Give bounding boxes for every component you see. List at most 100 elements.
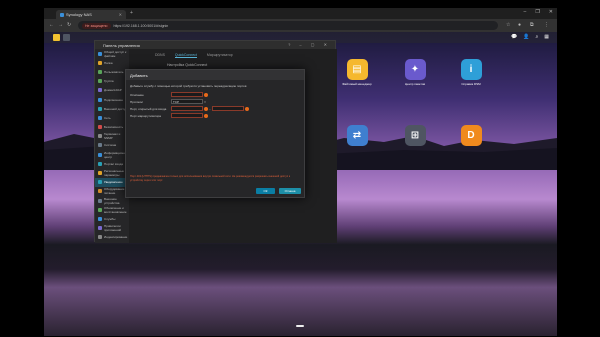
sidebar-item[interactable]: Обновление и восстановление bbox=[95, 205, 129, 214]
app-grid-icon: ⊞ bbox=[404, 125, 426, 146]
extensions-icon[interactable]: ⧉ bbox=[530, 22, 534, 28]
sidebar-item[interactable]: Терминал и SNMP bbox=[95, 132, 129, 141]
sidebar-item-label: Сеть bbox=[104, 115, 111, 120]
notifications-icon[interactable]: 💬 bbox=[511, 34, 517, 40]
new-tab-button[interactable]: + bbox=[130, 10, 133, 16]
sidebar-item-icon bbox=[98, 226, 102, 231]
desktop-shortcut-5[interactable]: ⊞ bbox=[398, 125, 432, 146]
sidebar-item[interactable]: Безопасность bbox=[95, 123, 129, 132]
taskbar-right: 💬 👤 ⌕ ▦ bbox=[511, 34, 549, 40]
main-menu-icon[interactable] bbox=[53, 34, 60, 41]
sidebar-item[interactable]: Региональные параметры bbox=[95, 168, 129, 177]
description-input[interactable] bbox=[171, 92, 203, 97]
control-panel-titlebar[interactable]: Панель управления ? – ▢ ✕ bbox=[95, 41, 335, 49]
sidebar-item[interactable]: Оборудование и питание bbox=[95, 187, 129, 196]
synology-favicon-icon bbox=[60, 12, 64, 17]
sidebar-item[interactable]: Индексирование bbox=[95, 233, 129, 242]
minimize-icon[interactable]: – bbox=[524, 9, 527, 15]
desktop-shortcut-6[interactable]: D bbox=[454, 125, 488, 146]
desktop-shortcut-4[interactable]: ⇄ bbox=[340, 125, 374, 146]
router-port-input[interactable] bbox=[171, 113, 203, 118]
error-icon bbox=[204, 113, 208, 118]
maximize-icon[interactable]: ❐ bbox=[535, 9, 539, 15]
sidebar-item-label: Пользователь bbox=[104, 69, 124, 74]
sidebar-item-icon bbox=[98, 207, 102, 212]
desktop-shortcut-dsm-help[interactable]: i Справка DSM bbox=[454, 59, 488, 86]
sidebar-item-label: Система bbox=[104, 143, 117, 148]
back-arrow-icon[interactable]: ← bbox=[49, 22, 54, 28]
not-secure-badge[interactable]: Не защищено bbox=[82, 22, 111, 29]
sidebar-item[interactable]: Подключение bbox=[95, 95, 129, 104]
chevron-down-icon[interactable]: ▾ bbox=[203, 100, 207, 104]
sidebar-item[interactable]: Пользователь bbox=[95, 67, 129, 76]
search-icon[interactable]: ⌕ bbox=[535, 34, 538, 40]
sidebar-item[interactable]: Портал входа bbox=[95, 159, 129, 168]
dialog-title: Добавить bbox=[126, 70, 304, 80]
dsm-help-icon: i bbox=[460, 59, 482, 80]
desktop-page-indicator[interactable] bbox=[296, 325, 304, 327]
field-public-port: Порт, открытый для входа – bbox=[126, 105, 304, 112]
tab-ddns[interactable]: DDNS bbox=[155, 53, 165, 58]
url-field[interactable]: Не защищено https://192.168.1.100:5001/#… bbox=[78, 21, 498, 30]
sidebar-item[interactable]: Общий доступ к файлам bbox=[95, 49, 129, 58]
file-station-icon: ▤ bbox=[346, 59, 368, 80]
tab-quickconnect[interactable]: QuickConnect bbox=[174, 53, 197, 58]
cancel-button[interactable]: Отмена bbox=[279, 188, 301, 194]
sidebar-item-label: Группа bbox=[104, 79, 114, 84]
sidebar-item-icon bbox=[98, 180, 102, 185]
sidebar-item-label: Общий доступ к файлам bbox=[104, 49, 127, 58]
desktop-shortcut-file-station[interactable]: ▤ Файловый менеджер bbox=[340, 59, 374, 86]
public-port-end-input[interactable] bbox=[212, 106, 244, 111]
sidebar-item[interactable]: Информационный центр bbox=[95, 150, 130, 159]
ok-button[interactable]: ОК bbox=[256, 188, 275, 194]
window-title: Панель управления bbox=[103, 43, 140, 48]
sidebar-item-icon bbox=[98, 189, 102, 194]
sidebar-item-icon bbox=[98, 60, 102, 65]
desktop-shortcut-package-center[interactable]: ✦ Центр пакетов bbox=[398, 59, 432, 86]
sidebar-item[interactable]: Папка bbox=[95, 58, 129, 67]
tab-title: Synology NAS bbox=[66, 12, 92, 17]
sidebar-item-icon bbox=[98, 115, 102, 120]
sidebar-item[interactable]: Привилегии приложений bbox=[95, 224, 129, 233]
sidebar-item-icon bbox=[98, 79, 102, 84]
field-label: Протокол bbox=[130, 99, 144, 104]
shortcut-label: Справка DSM bbox=[461, 82, 481, 86]
protocol-select[interactable]: TCP bbox=[171, 99, 203, 104]
tab-bar: Synology NAS ✕ + – ❐ ✕ bbox=[44, 8, 557, 19]
user-icon[interactable]: 👤 bbox=[523, 34, 529, 40]
control-panel-taskbar-icon[interactable] bbox=[63, 34, 70, 41]
field-router-port: Порт маршрутизатора bbox=[126, 112, 304, 119]
sidebar-item[interactable]: Группа bbox=[95, 77, 129, 86]
sidebar-item-icon bbox=[98, 152, 102, 157]
sidebar-item[interactable]: Домен/LDAP bbox=[95, 86, 129, 95]
sidebar-item[interactable]: Внешний доступ bbox=[95, 104, 129, 113]
sidebar-item[interactable]: Внешние устройства bbox=[95, 196, 129, 205]
address-bar-row: ← → ↻ Не защищено https://192.168.1.100:… bbox=[44, 19, 557, 32]
shortcut-label: Центр пакетов bbox=[404, 82, 426, 86]
warning-note: Порт 443 (HTTPS) предназначен только для… bbox=[130, 175, 290, 182]
browser-tab[interactable]: Synology NAS ✕ bbox=[56, 10, 126, 19]
browser-menu-icon[interactable]: ⋮ bbox=[544, 22, 549, 28]
sidebar-item[interactable]: Уведомление bbox=[95, 177, 129, 187]
sidebar-item-icon bbox=[98, 198, 102, 203]
sidebar-item[interactable]: Сеть bbox=[95, 113, 129, 122]
sidebar-item-icon bbox=[98, 106, 102, 111]
forward-arrow-icon[interactable]: → bbox=[58, 22, 63, 28]
dialog-buttons: ОК Отмена bbox=[256, 188, 301, 194]
sidebar-item-label: Службы bbox=[104, 216, 116, 221]
reload-icon[interactable]: ↻ bbox=[67, 22, 71, 28]
public-port-start-input[interactable] bbox=[171, 106, 203, 111]
tab-router[interactable]: Маршрутизатор bbox=[207, 53, 233, 58]
sidebar-item-icon bbox=[98, 69, 102, 74]
close-window-icon[interactable]: ✕ bbox=[549, 9, 553, 15]
star-icon[interactable]: ☆ bbox=[506, 22, 510, 28]
profile-icon[interactable]: ● bbox=[518, 22, 521, 28]
sidebar-item[interactable]: Система bbox=[95, 141, 129, 150]
sidebar-item-label: Портал входа bbox=[104, 161, 124, 166]
sidebar-item[interactable]: Службы bbox=[95, 214, 129, 223]
close-tab-icon[interactable]: ✕ bbox=[119, 12, 122, 17]
sidebar-item-icon bbox=[98, 51, 102, 56]
package-center-icon: ✦ bbox=[404, 59, 426, 80]
widgets-icon[interactable]: ▦ bbox=[544, 34, 549, 40]
window-controls[interactable]: ? – ▢ ✕ bbox=[288, 42, 331, 47]
